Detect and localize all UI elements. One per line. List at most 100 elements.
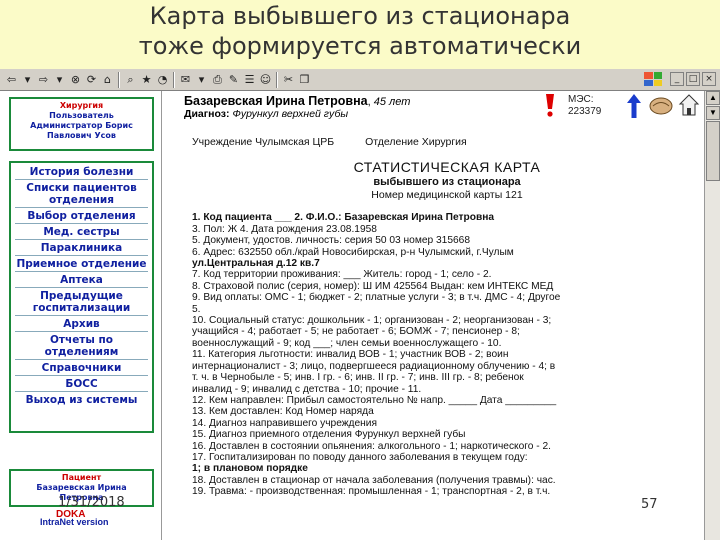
user-name-2: Павлович Усов: [47, 131, 116, 140]
toolbar-separator: [173, 71, 175, 88]
menu-item-directories[interactable]: Справочники: [15, 360, 148, 376]
home-icon[interactable]: ⌂: [100, 72, 115, 87]
scroll-down-icon[interactable]: ▼: [706, 106, 720, 120]
user-info-box: Хирургия Пользователь Администратор Бори…: [9, 97, 154, 151]
back-dropdown-icon[interactable]: ▾: [20, 72, 35, 87]
menu-item-reports[interactable]: Отчеты по отделениям: [15, 332, 148, 360]
card-line: военнослужащий - 9; код ___; член семьи …: [192, 337, 502, 349]
card-line: 13. Кем доставлен: Код Номер наряда: [192, 406, 374, 418]
print-icon[interactable]: ⎙: [210, 72, 225, 87]
menu-item-admission[interactable]: Приемное отделение: [15, 256, 148, 272]
toolbar-separator: [118, 71, 120, 88]
card-heading: СТАТИСТИЧЕСКАЯ КАРТА: [353, 159, 541, 176]
patient-name: Базаревская Ирина: [36, 483, 127, 492]
card-line: ул.Центральная д.12 кв.7: [192, 258, 320, 270]
stop-icon[interactable]: ⊗: [68, 72, 83, 87]
menu-item-paraclinic[interactable]: Параклиника: [15, 240, 148, 256]
diagnosis-label: Диагноз:: [184, 108, 230, 120]
menu-item-history[interactable]: История болезни: [15, 164, 148, 180]
menu-item-exit[interactable]: Выход из системы: [15, 392, 148, 407]
card-line: 5.: [192, 303, 201, 315]
slide-title-line2: тоже формируется автоматически: [138, 32, 582, 60]
diagnosis-value: Фурункул верхней губы: [232, 108, 349, 120]
department-text: Отделение Хирургия: [365, 136, 467, 148]
institution-row: Учреждение Чулымская ЦРБ Отделение Хирур…: [192, 136, 702, 148]
handshake-icon[interactable]: [648, 94, 674, 118]
patient-label: Пациент: [61, 473, 102, 482]
mes-block: МЭС: 223379: [568, 94, 601, 118]
messenger-icon[interactable]: ☺: [258, 72, 273, 87]
copy-icon[interactable]: ❐: [297, 72, 312, 87]
sidebar: Хирургия Пользователь Администратор Бори…: [0, 91, 162, 540]
menu-item-pharmacy[interactable]: Аптека: [15, 272, 148, 288]
menu-item-archive[interactable]: Архив: [15, 316, 148, 332]
toolbar-separator: [276, 71, 278, 88]
mail-dropdown-icon[interactable]: ▾: [194, 72, 209, 87]
back-icon[interactable]: ⇦: [4, 72, 19, 87]
mes-label: МЭС:: [568, 94, 594, 105]
card-subheading: выбывшего из стационара: [373, 176, 521, 189]
user-name: Администратор Борис: [30, 121, 133, 130]
card-line: 18. Доставлен в стационар от начала забо…: [192, 474, 556, 486]
sidebar-menu: История болезни Списки пациентов отделен…: [9, 161, 154, 433]
app-version: IntraNet version: [40, 517, 109, 527]
mes-code: 223379: [568, 106, 602, 117]
forward-icon[interactable]: ⇨: [36, 72, 51, 87]
favorites-icon[interactable]: ★: [139, 72, 154, 87]
forward-dropdown-icon[interactable]: ▾: [52, 72, 67, 87]
menu-item-previous[interactable]: Предыдущие госпитализации: [15, 288, 148, 316]
patient-header-name: Базаревская Ирина Петровна: [184, 94, 368, 108]
card-line: 7. Код территории проживания: ___ Житель…: [192, 269, 492, 281]
discuss-icon[interactable]: ☰: [242, 72, 257, 87]
card-line: 9. Вид оплаты: ОМС - 1; бюджет - 2; плат…: [192, 292, 561, 304]
main-content: Базаревская Ирина Петровна, 45 лет Диагн…: [164, 91, 704, 540]
menu-item-select-dept[interactable]: Выбор отделения: [15, 208, 148, 224]
exclamation-icon[interactable]: [542, 93, 558, 117]
card-line: 17. Госпитализирован по поводу данного з…: [192, 451, 528, 463]
card-line: 16. Доставлен в состоянии опьянения: алк…: [192, 440, 552, 452]
menu-item-patient-lists[interactable]: Списки пациентов отделения: [15, 180, 148, 208]
institution-text: Учреждение Чулымская ЦРБ: [192, 136, 335, 148]
card-line: 11. Категория льготности: инвалид ВОВ - …: [192, 349, 509, 361]
card-line: т. ч. в Чернобыле - 5; инв. I гр. - 6; и…: [192, 372, 524, 384]
card-line: 15. Диагноз приемного отделения Фурункул…: [192, 429, 466, 441]
patient-age: 45 лет: [373, 96, 411, 108]
menu-item-boss[interactable]: БОСС: [15, 376, 148, 392]
arrow-up-icon[interactable]: [626, 93, 642, 119]
card-line: 12. Кем направлен: Прибыл самостоятельно…: [192, 394, 557, 406]
card-line: инвалид - 9; инвалид с детства - 10; про…: [192, 383, 422, 395]
card-line: 14. Диагноз направившего учреждения: [192, 417, 378, 429]
window-controls: _ □ ×: [644, 72, 716, 86]
edit-icon[interactable]: ✎: [226, 72, 241, 87]
home-page-icon[interactable]: [678, 93, 700, 117]
cut-icon[interactable]: ✂: [281, 72, 296, 87]
card-line: 3. Пол: Ж 4. Дата рождения 23.08.1958: [192, 223, 377, 235]
card-line: 1. Код пациента ___ 2. Ф.И.О.: Базаревск…: [192, 212, 495, 224]
search-icon[interactable]: ⌕: [123, 72, 138, 87]
users-label: Пользователь: [49, 111, 114, 120]
card-line: 19. Травма: - производственная: промышле…: [192, 486, 551, 498]
maximize-icon[interactable]: □: [686, 72, 700, 86]
page-number: 57: [641, 497, 658, 512]
browser-toolbar: ⇦ ▾ ⇨ ▾ ⊗ ⟳ ⌂ ⌕ ★ ◔ ✉ ▾ ⎙ ✎ ☰ ☺ ✂ ❐ _ □ …: [0, 69, 720, 91]
menu-item-nurses[interactable]: Мед. сестры: [15, 224, 148, 240]
statistical-card: Учреждение Чулымская ЦРБ Отделение Хирур…: [192, 136, 702, 498]
windows-logo-icon: [644, 72, 662, 86]
card-line: учащийся - 4; работает - 5; не работает …: [192, 326, 520, 338]
card-number: Номер медицинской карты 121: [371, 189, 523, 202]
scroll-thumb[interactable]: [706, 121, 720, 181]
close-icon[interactable]: ×: [702, 72, 716, 86]
history-icon[interactable]: ◔: [155, 72, 170, 87]
patient-header: Базаревская Ирина Петровна, 45 лет Диагн…: [184, 94, 411, 120]
scroll-up-icon[interactable]: ▲: [706, 91, 720, 105]
minimize-icon[interactable]: _: [670, 72, 684, 86]
department-label: Хирургия: [59, 101, 104, 110]
slide-title: Карта выбывшего из стационара тоже форми…: [0, 0, 720, 64]
card-line: 10. Социальный статус: дошкольник - 1; о…: [192, 315, 552, 327]
vertical-scrollbar[interactable]: ▲ ▼: [704, 91, 720, 540]
browser-window: ⇦ ▾ ⇨ ▾ ⊗ ⟳ ⌂ ⌕ ★ ◔ ✉ ▾ ⎙ ✎ ☰ ☺ ✂ ❐ _ □ …: [0, 69, 720, 540]
mail-icon[interactable]: ✉: [178, 72, 193, 87]
card-line: 6. Адрес: 632550 обл./край Новосибирская…: [192, 246, 514, 258]
card-line: 8. Страховой полис (серия, номер): Ш ИМ …: [192, 280, 554, 292]
refresh-icon[interactable]: ⟳: [84, 72, 99, 87]
